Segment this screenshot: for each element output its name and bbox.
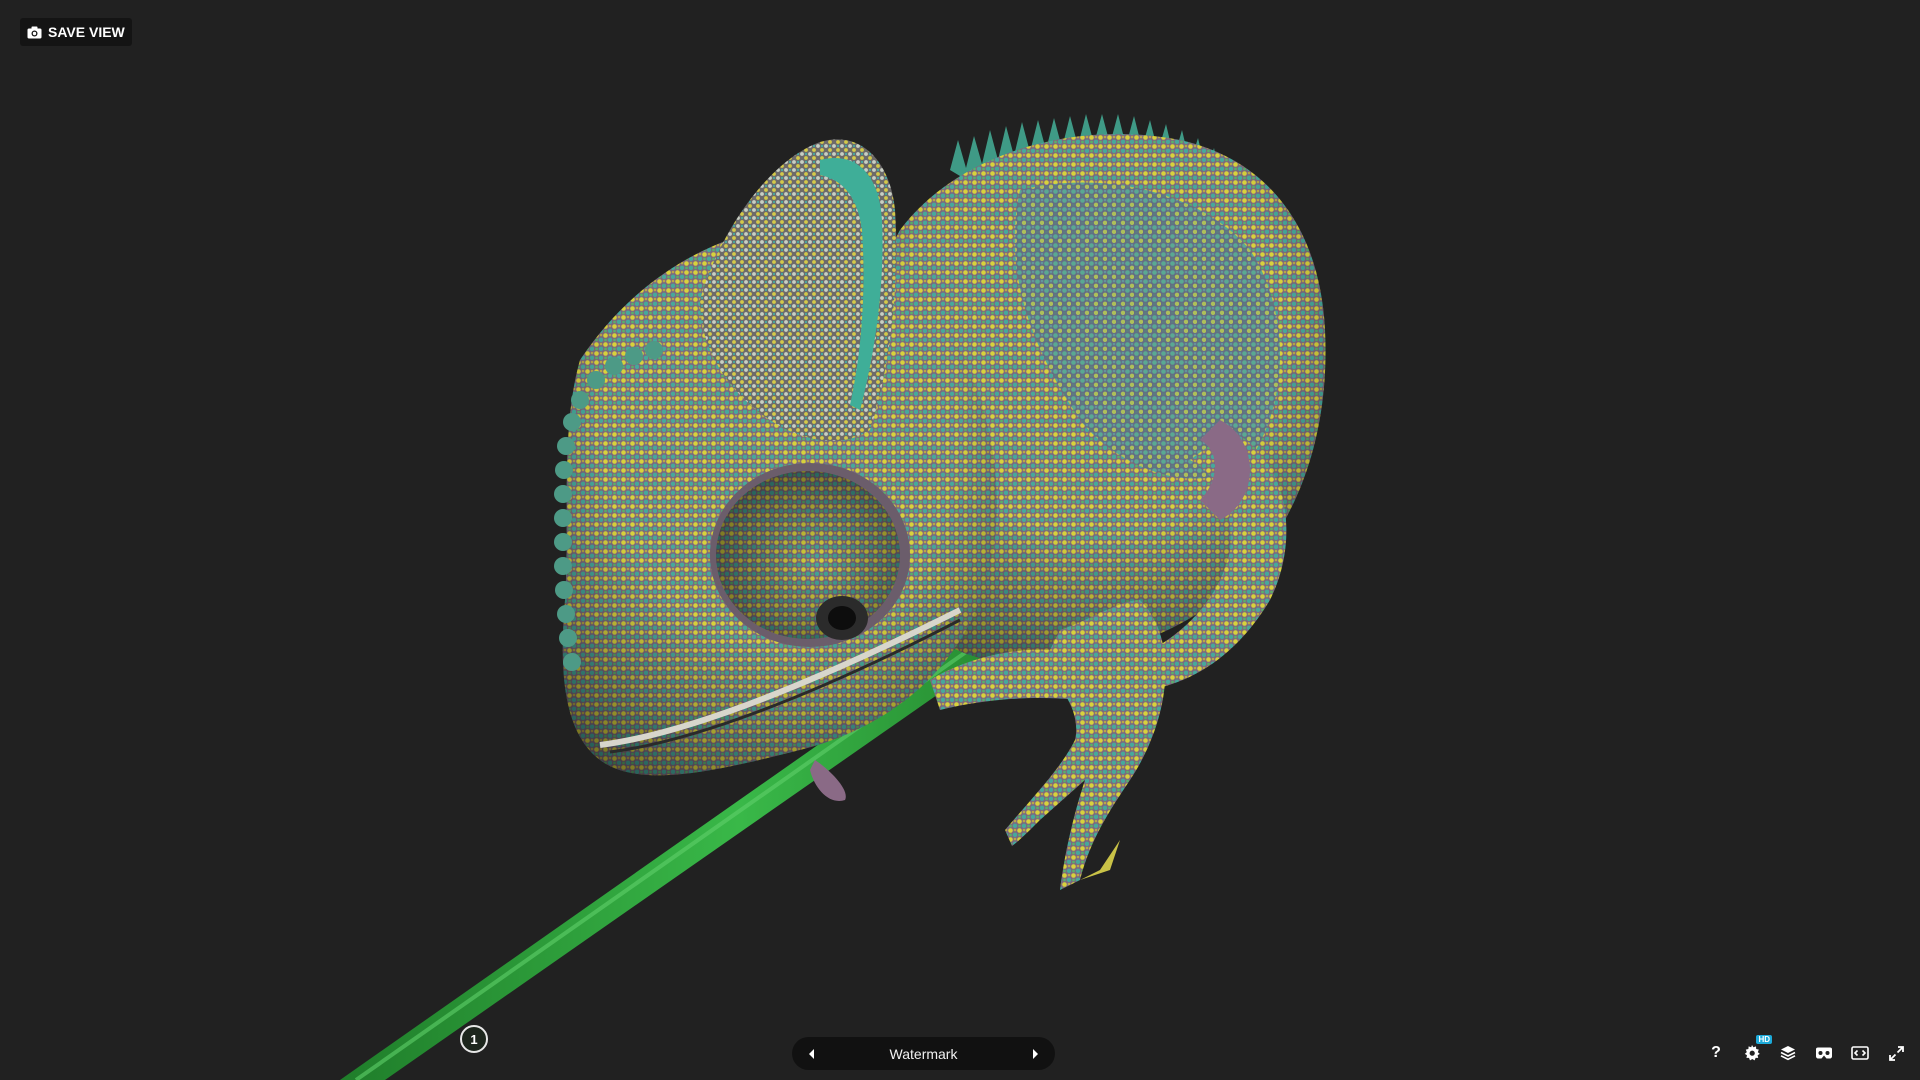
embed-icon bbox=[1851, 1046, 1869, 1060]
chevron-right-icon bbox=[1033, 1048, 1038, 1059]
hd-badge: HD bbox=[1756, 1035, 1772, 1044]
model-viewer-canvas[interactable]: SAVE VIEW 1 Watermark ? HD bbox=[0, 0, 1920, 1080]
previous-annotation-button[interactable] bbox=[802, 1044, 822, 1064]
settings-icon bbox=[1744, 1045, 1760, 1061]
next-annotation-button[interactable] bbox=[1025, 1044, 1045, 1064]
annotation-title[interactable]: Watermark bbox=[822, 1046, 1025, 1062]
settings-button[interactable]: HD bbox=[1740, 1035, 1772, 1065]
save-view-label: SAVE VIEW bbox=[48, 24, 125, 40]
vr-button[interactable] bbox=[1812, 1041, 1836, 1065]
save-view-button[interactable]: SAVE VIEW bbox=[20, 18, 132, 46]
layers-button[interactable] bbox=[1776, 1041, 1800, 1065]
embed-button[interactable] bbox=[1848, 1041, 1872, 1065]
annotation-number: 1 bbox=[470, 1031, 478, 1047]
chevron-left-icon bbox=[809, 1048, 814, 1059]
fullscreen-icon bbox=[1888, 1045, 1904, 1061]
fullscreen-button[interactable] bbox=[1884, 1041, 1908, 1065]
annotation-navigator: Watermark bbox=[792, 1037, 1055, 1070]
chameleon-eye bbox=[710, 463, 910, 647]
help-button[interactable]: ? bbox=[1704, 1041, 1728, 1065]
viewer-toolbar: ? HD bbox=[1704, 1035, 1908, 1068]
chameleon-3d-model[interactable] bbox=[0, 0, 1920, 1080]
camera-icon bbox=[26, 24, 42, 40]
annotation-hotspot-1[interactable]: 1 bbox=[460, 1025, 488, 1053]
help-icon: ? bbox=[1711, 1044, 1721, 1061]
layers-icon bbox=[1780, 1046, 1796, 1061]
vr-headset-icon bbox=[1816, 1047, 1832, 1059]
